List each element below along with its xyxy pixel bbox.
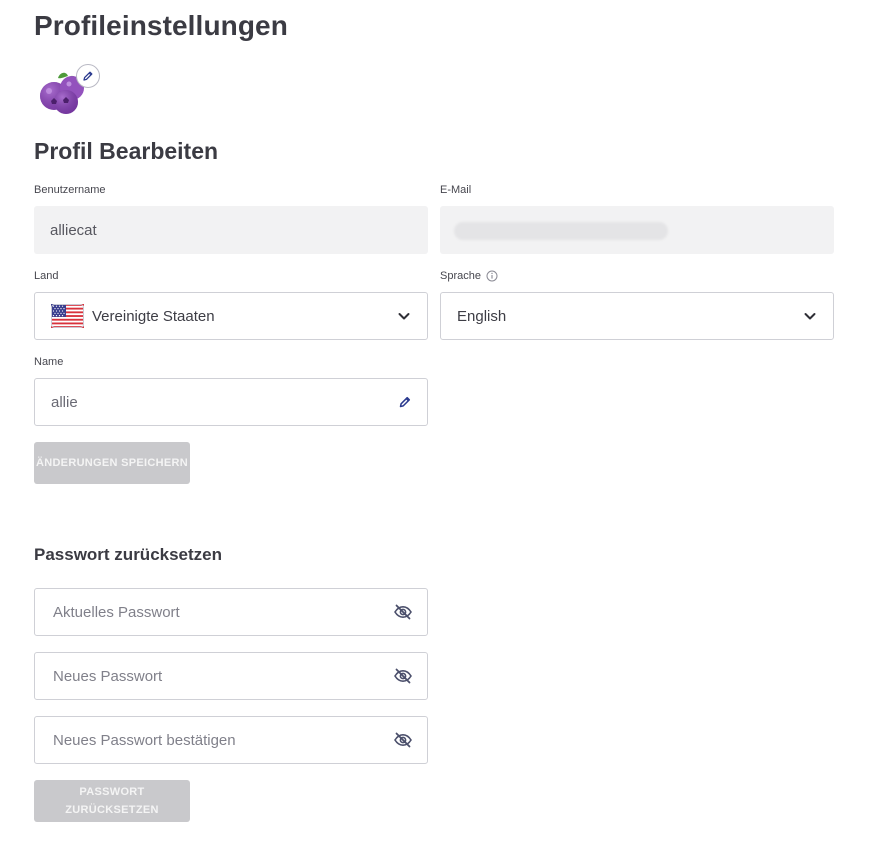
name-field[interactable]: allie — [34, 378, 428, 426]
username-value: alliecat — [50, 221, 97, 239]
new-password-field[interactable] — [34, 652, 428, 700]
reset-password-button-line1: PASSWORT — [79, 786, 145, 798]
avatar-edit-button[interactable] — [76, 64, 100, 88]
email-redaction — [454, 222, 668, 240]
email-label: E-Mail — [440, 184, 472, 196]
language-label-row: Sprache — [440, 270, 498, 282]
eye-off-icon[interactable] — [393, 730, 413, 750]
chevron-down-icon — [398, 313, 410, 320]
eye-off-icon[interactable] — [393, 666, 413, 686]
current-password-field[interactable] — [34, 588, 428, 636]
save-changes-button[interactable]: ÄNDERUNGEN SPEICHERN — [34, 442, 190, 484]
name-label: Name — [34, 356, 64, 368]
new-password-input[interactable] — [51, 666, 393, 686]
pencil-icon[interactable] — [398, 395, 412, 409]
confirm-password-input[interactable] — [51, 730, 393, 750]
current-password-input[interactable] — [51, 602, 393, 622]
reset-password-button[interactable]: PASSWORT ZURÜCKSETZEN — [34, 780, 190, 822]
chevron-down-icon — [804, 313, 816, 320]
eye-off-icon[interactable] — [393, 602, 413, 622]
reset-password-button-line2: ZURÜCKSETZEN — [65, 804, 159, 816]
language-label: Sprache — [440, 270, 481, 282]
reset-password-title: Passwort zurücksetzen — [34, 545, 223, 564]
pencil-icon — [83, 71, 93, 81]
name-value: allie — [51, 393, 78, 411]
language-value: English — [457, 307, 507, 325]
country-select[interactable]: Vereinigte Staaten — [34, 292, 428, 340]
edit-profile-title: Profil Bearbeiten — [34, 138, 219, 164]
confirm-password-field[interactable] — [34, 716, 428, 764]
page-title: Profileinstellungen — [34, 10, 288, 41]
country-value: Vereinigte Staaten — [92, 307, 215, 325]
country-label: Land — [34, 270, 59, 282]
username-field: alliecat — [34, 206, 428, 254]
us-flag-icon — [51, 304, 84, 328]
language-select[interactable]: English — [440, 292, 834, 340]
username-label: Benutzername — [34, 184, 106, 196]
info-icon[interactable] — [486, 270, 498, 282]
